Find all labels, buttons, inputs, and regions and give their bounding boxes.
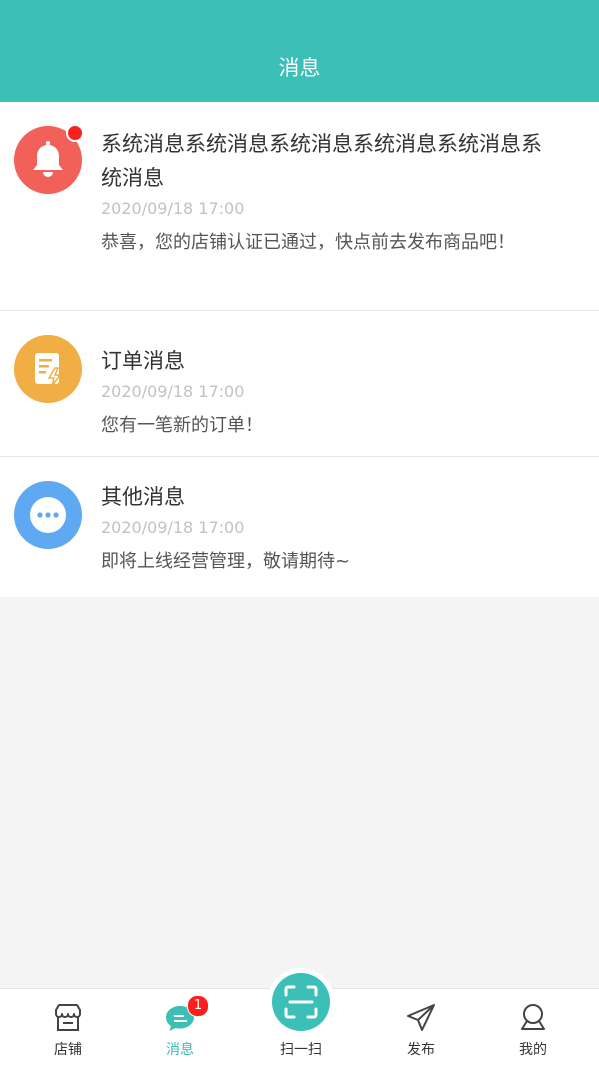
- unread-dot: [66, 124, 84, 142]
- tab-label: 扫一扫: [280, 1042, 322, 1058]
- tab-store[interactable]: 店铺: [23, 989, 113, 1066]
- message-item-other[interactable]: 其他消息 2020/09/18 17:00 即将上线经营管理，敬请期待~: [0, 457, 599, 597]
- tab-label: 我的: [519, 1042, 547, 1058]
- message-time: 2020/09/18 17:00: [101, 382, 245, 401]
- tab-messages[interactable]: 1 消息: [135, 989, 225, 1066]
- tab-scan[interactable]: 扫一扫: [256, 973, 346, 1066]
- message-time: 2020/09/18 17:00: [101, 518, 245, 537]
- message-icon: [135, 1001, 225, 1035]
- unread-count-badge: 1: [187, 995, 209, 1017]
- tab-publish[interactable]: 发布: [376, 989, 466, 1066]
- message-body: 即将上线经营管理，敬请期待~: [101, 551, 351, 572]
- bottom-tab-bar: 店铺 1 消息 扫一扫 发布 我的: [0, 973, 599, 1066]
- tab-mine[interactable]: 我的: [488, 989, 578, 1066]
- message-body: 您有一笔新的订单！: [101, 415, 263, 436]
- message-item-system[interactable]: 系统消息系统消息系统消息系统消息系统消息系统消息 2020/09/18 17:0…: [0, 102, 599, 311]
- tab-label: 消息: [166, 1042, 194, 1058]
- message-title: 系统消息系统消息系统消息系统消息系统消息系统消息: [101, 132, 542, 190]
- tab-label: 发布: [407, 1042, 435, 1058]
- message-time: 2020/09/18 17:00: [101, 199, 245, 218]
- message-list: 系统消息系统消息系统消息系统消息系统消息系统消息 2020/09/18 17:0…: [0, 102, 599, 597]
- order-icon: [14, 335, 82, 403]
- message-content: 系统消息系统消息系统消息系统消息系统消息系统消息 2020/09/18 17:0…: [101, 127, 549, 259]
- message-title: 其他消息: [101, 485, 185, 509]
- more-dots-icon: [14, 481, 82, 549]
- message-content: 订单消息 2020/09/18 17:00 您有一笔新的订单！: [101, 344, 549, 442]
- send-icon: [376, 1001, 466, 1035]
- scan-icon: [272, 973, 330, 1031]
- tab-label: 店铺: [54, 1042, 82, 1058]
- message-content: 其他消息 2020/09/18 17:00 即将上线经营管理，敬请期待~: [101, 480, 549, 578]
- message-item-order[interactable]: 订单消息 2020/09/18 17:00 您有一笔新的订单！: [0, 311, 599, 457]
- app-root: 消息 系统消息系统消息系统消息系统消息系统消息系统消息 2020/09/18 1…: [0, 0, 599, 1066]
- profile-icon: [488, 1001, 578, 1035]
- store-icon: [23, 1001, 113, 1035]
- header-bar: 消息: [0, 0, 599, 102]
- page-title: 消息: [278, 56, 321, 80]
- message-title: 订单消息: [101, 349, 185, 373]
- message-body: 恭喜，您的店铺认证已通过，快点前去发布商品吧！: [101, 232, 515, 253]
